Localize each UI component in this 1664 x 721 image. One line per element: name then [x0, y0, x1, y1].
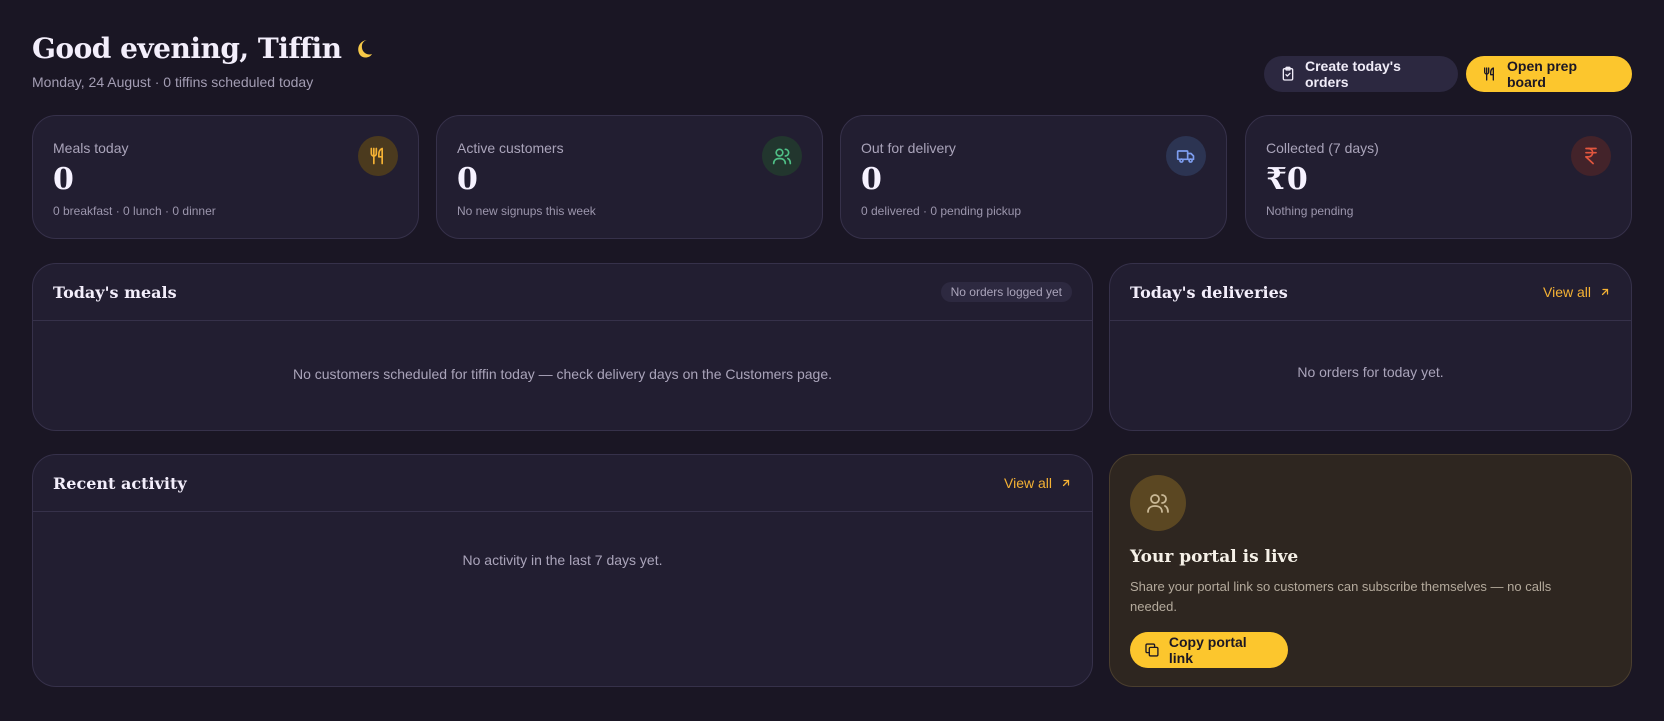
dashboard: Good evening, Tiffin Monday, 24 August ·…	[0, 0, 1664, 721]
todays-deliveries-panel: Today's deliveries View all No orders fo…	[1109, 263, 1632, 431]
view-all-deliveries-link[interactable]: View all	[1543, 284, 1611, 300]
empty-state-text: No orders for today yet.	[1297, 364, 1444, 380]
stat-label: Active customers	[457, 140, 564, 156]
greeting-text: Good evening, Tiffin	[32, 32, 342, 65]
panel-header: Recent activity View all	[33, 455, 1092, 512]
stat-value: 0	[457, 162, 478, 197]
link-label: View all	[1543, 284, 1591, 300]
date-summary: Monday, 24 August · 0 tiffins scheduled …	[32, 74, 314, 90]
panel-title: Recent activity	[53, 473, 187, 493]
stat-value: ₹0	[1266, 162, 1308, 197]
utensils-icon	[358, 136, 398, 176]
portal-card: Your portal is live Share your portal li…	[1109, 454, 1632, 687]
panel-header: Today's meals No orders logged yet	[33, 264, 1092, 321]
copy-icon	[1145, 643, 1159, 657]
truck-icon	[1166, 136, 1206, 176]
stat-subtext: Nothing pending	[1266, 204, 1354, 218]
arrow-up-right-icon	[1062, 479, 1070, 487]
stat-label: Meals today	[53, 140, 129, 156]
moon-icon	[358, 39, 373, 58]
create-orders-button[interactable]: Create today's orders	[1264, 56, 1458, 92]
arrow-up-right-icon	[1601, 288, 1609, 296]
stat-subtext: 0 delivered · 0 pending pickup	[861, 204, 1022, 218]
view-all-activity-link[interactable]: View all	[1004, 475, 1072, 491]
stat-value: 0	[53, 162, 74, 197]
stat-subtext: No new signups this week	[457, 204, 596, 218]
panel-title: Today's meals	[53, 282, 177, 302]
clipboard-check-icon	[1282, 66, 1294, 81]
users-icon	[1130, 475, 1186, 531]
copy-portal-link-button[interactable]: Copy portal link	[1130, 632, 1288, 668]
stat-card-delivery: Out for delivery 0 0 delivered · 0 pendi…	[840, 115, 1227, 239]
users-icon	[762, 136, 802, 176]
utensils-icon	[1484, 67, 1494, 81]
stat-label: Collected (7 days)	[1266, 140, 1379, 156]
panel-header: Today's deliveries View all	[1110, 264, 1631, 321]
stat-card-meals: Meals today 0 0 breakfast · 0 lunch · 0 …	[32, 115, 419, 239]
status-badge: No orders logged yet	[940, 282, 1072, 302]
open-prep-board-label: Open prep board	[1507, 58, 1578, 90]
stat-card-customers: Active customers 0 No new signups this w…	[436, 115, 823, 239]
portal-description: Share your portal link so customers can …	[1130, 579, 1552, 614]
stat-label: Out for delivery	[861, 140, 956, 156]
panel-title: Today's deliveries	[1130, 282, 1288, 302]
open-prep-board-button[interactable]: Open prep board	[1466, 56, 1632, 92]
rupee-icon	[1571, 136, 1611, 176]
page-title: Good evening, Tiffin	[32, 32, 375, 65]
portal-title: Your portal is live	[1130, 547, 1299, 567]
empty-state-text: No customers scheduled for tiffin today …	[292, 366, 832, 382]
create-orders-label: Create today's orders	[1305, 58, 1401, 90]
copy-portal-link-label: Copy portal link	[1168, 634, 1247, 666]
todays-meals-panel: Today's meals No orders logged yet No cu…	[32, 263, 1093, 431]
stat-card-collected: Collected (7 days) ₹0 Nothing pending	[1245, 115, 1632, 239]
empty-state-text: No activity in the last 7 days yet.	[462, 552, 663, 568]
recent-activity-panel: Recent activity View all No activity in …	[32, 454, 1093, 687]
link-label: View all	[1004, 475, 1052, 491]
stat-value: 0	[861, 162, 882, 197]
stat-subtext: 0 breakfast · 0 lunch · 0 dinner	[53, 204, 216, 218]
